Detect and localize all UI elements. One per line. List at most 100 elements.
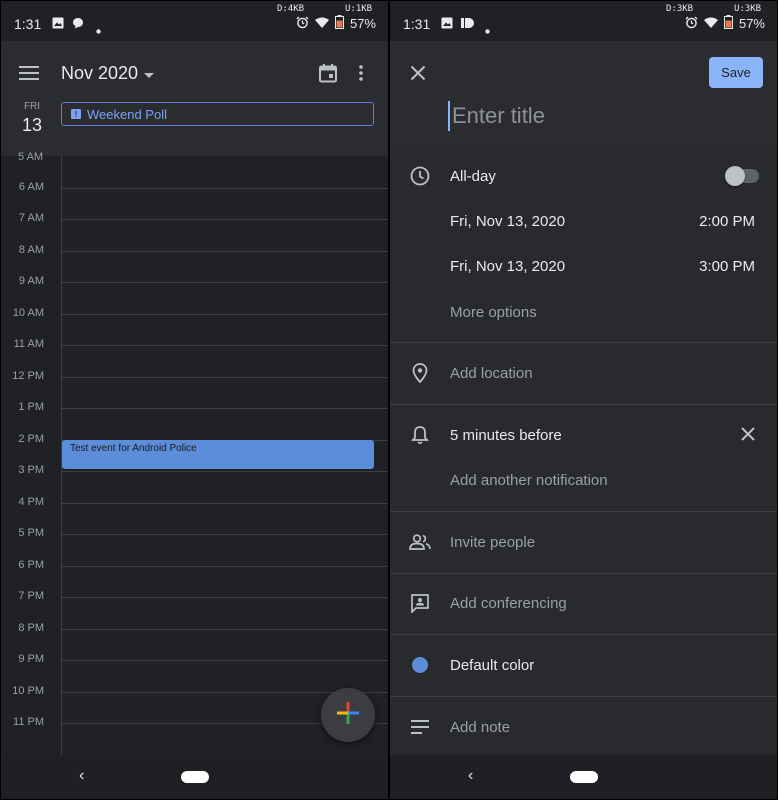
hour-label: 6 PM xyxy=(18,559,44,571)
hour-row: 9 PM xyxy=(1,653,388,665)
clock-icon xyxy=(408,164,432,188)
menu-icon[interactable] xyxy=(19,66,39,85)
wifi-icon xyxy=(314,16,329,31)
save-button[interactable]: Save xyxy=(709,57,763,88)
net-download: D:3KB xyxy=(666,4,694,14)
battery-icon xyxy=(723,15,733,32)
end-date[interactable]: Fri, Nov 13, 2020 xyxy=(450,258,565,275)
section-divider xyxy=(390,511,777,512)
hour-label: 2 PM xyxy=(18,433,44,445)
wifi-icon xyxy=(703,16,718,31)
status-time: 1:31 xyxy=(14,16,42,32)
start-time[interactable]: 2:00 PM xyxy=(699,213,755,230)
all-day-event-chip[interactable]: ! Weekend Poll xyxy=(61,102,374,126)
add-note-label: Add note xyxy=(450,718,511,736)
dot-notification-icon xyxy=(96,21,101,39)
hour-label: 1 PM xyxy=(18,401,44,413)
hour-label: 12 PM xyxy=(12,370,44,382)
hour-label: 4 PM xyxy=(18,496,44,508)
hour-label: 11 PM xyxy=(13,716,44,728)
remove-notification-icon[interactable] xyxy=(741,427,755,446)
editor-header: Save xyxy=(390,41,777,145)
month-selector[interactable]: Nov 2020 xyxy=(61,63,155,84)
more-options-row[interactable]: More options xyxy=(390,297,777,327)
hour-label: 10 AM xyxy=(12,307,44,319)
section-divider xyxy=(390,573,777,574)
add-notification-row[interactable]: Add another notification xyxy=(390,465,777,495)
color-row[interactable]: Default color xyxy=(390,650,777,680)
status-right-icons: 57% xyxy=(685,15,765,32)
hour-row: 10 PM xyxy=(1,685,388,697)
title-input[interactable] xyxy=(448,101,748,131)
image-notification-icon xyxy=(52,16,64,34)
battery-percent: 57% xyxy=(349,16,376,31)
status-right-icons: 57% xyxy=(296,15,376,32)
all-day-toggle[interactable] xyxy=(725,166,759,186)
end-time[interactable]: 3:00 PM xyxy=(699,258,755,275)
back-icon[interactable]: ‹ xyxy=(79,767,84,785)
bell-icon xyxy=(408,423,432,447)
hour-label: 8 AM xyxy=(18,244,44,256)
invite-people-row[interactable]: Invite people xyxy=(390,527,777,557)
hour-row: 7 AM xyxy=(1,212,388,224)
alarm-icon xyxy=(685,16,698,32)
section-divider xyxy=(390,634,777,635)
hour-label: 8 PM xyxy=(18,622,44,634)
dot-notification-icon xyxy=(485,21,490,39)
hour-label: 11 AM xyxy=(13,338,44,350)
hour-row: 7 PM xyxy=(1,590,388,602)
hour-row: 12 PM xyxy=(1,370,388,382)
all-day-event-title: Weekend Poll xyxy=(87,106,167,122)
hour-row: 10 AM xyxy=(1,307,388,319)
net-upload: U:1KB xyxy=(345,4,373,14)
more-options-icon[interactable] xyxy=(359,65,363,86)
create-event-fab[interactable] xyxy=(321,688,375,742)
section-divider xyxy=(390,696,777,697)
invite-people-label: Invite people xyxy=(450,533,536,551)
system-nav-bar: ‹ xyxy=(1,755,388,799)
status-bar: 1:31 D:3KB U:3KB 57% xyxy=(390,1,777,41)
month-label: Nov 2020 xyxy=(61,63,139,83)
hour-label: 7 AM xyxy=(18,212,44,224)
hour-row: 8 AM xyxy=(1,244,388,256)
hour-grid[interactable]: 5 AM 6 AM 7 AM 8 AM 9 AM 10 AM 11 AM 12 … xyxy=(1,151,388,755)
calendar-app-bar: Nov 2020 FRI 13 ! Weekend Poll xyxy=(1,41,388,156)
day-number[interactable]: 13 xyxy=(18,115,46,136)
close-icon[interactable] xyxy=(410,65,426,86)
hour-row: 5 PM xyxy=(1,527,388,539)
status-bar: 1:31 D:4KB U:1KB 57% xyxy=(1,1,388,41)
home-pill-icon[interactable] xyxy=(181,771,209,783)
add-location-label: Add location xyxy=(450,364,533,382)
color-swatch-icon xyxy=(408,653,432,677)
today-calendar-icon[interactable] xyxy=(318,63,338,88)
home-pill-icon[interactable] xyxy=(570,771,598,783)
back-icon[interactable]: ‹ xyxy=(468,767,473,785)
net-download: D:4KB xyxy=(277,4,305,14)
default-color-label: Default color xyxy=(450,656,535,674)
chat-notification-icon xyxy=(72,16,84,34)
hour-label: 7 PM xyxy=(18,590,44,602)
hour-label: 6 AM xyxy=(18,181,44,193)
battery-percent: 57% xyxy=(738,16,765,31)
timed-event-block[interactable]: Test event for Android Police xyxy=(62,440,374,469)
hour-label: 10 PM xyxy=(12,685,44,697)
system-nav-bar: ‹ xyxy=(390,755,777,799)
section-divider xyxy=(390,404,777,405)
notification-row[interactable]: 5 minutes before xyxy=(390,420,777,450)
more-options-link[interactable]: More options xyxy=(450,304,537,321)
hour-label-partial: 5 AM xyxy=(18,151,44,163)
hour-label: 3 PM xyxy=(18,464,44,476)
end-datetime-row: Fri, Nov 13, 2020 3:00 PM xyxy=(390,251,777,281)
location-row[interactable]: Add location xyxy=(390,358,777,388)
all-day-row[interactable]: All-day xyxy=(390,161,777,191)
hour-row: 11 AM xyxy=(1,338,388,350)
status-time: 1:31 xyxy=(403,16,431,32)
notes-icon xyxy=(408,715,432,739)
image-notification-icon xyxy=(441,16,453,34)
start-date[interactable]: Fri, Nov 13, 2020 xyxy=(450,213,565,230)
hour-label: 9 PM xyxy=(18,653,44,665)
location-pin-icon xyxy=(408,361,432,385)
section-divider xyxy=(390,342,777,343)
note-row[interactable]: Add note xyxy=(390,712,777,742)
conferencing-row[interactable]: Add conferencing xyxy=(390,588,777,618)
